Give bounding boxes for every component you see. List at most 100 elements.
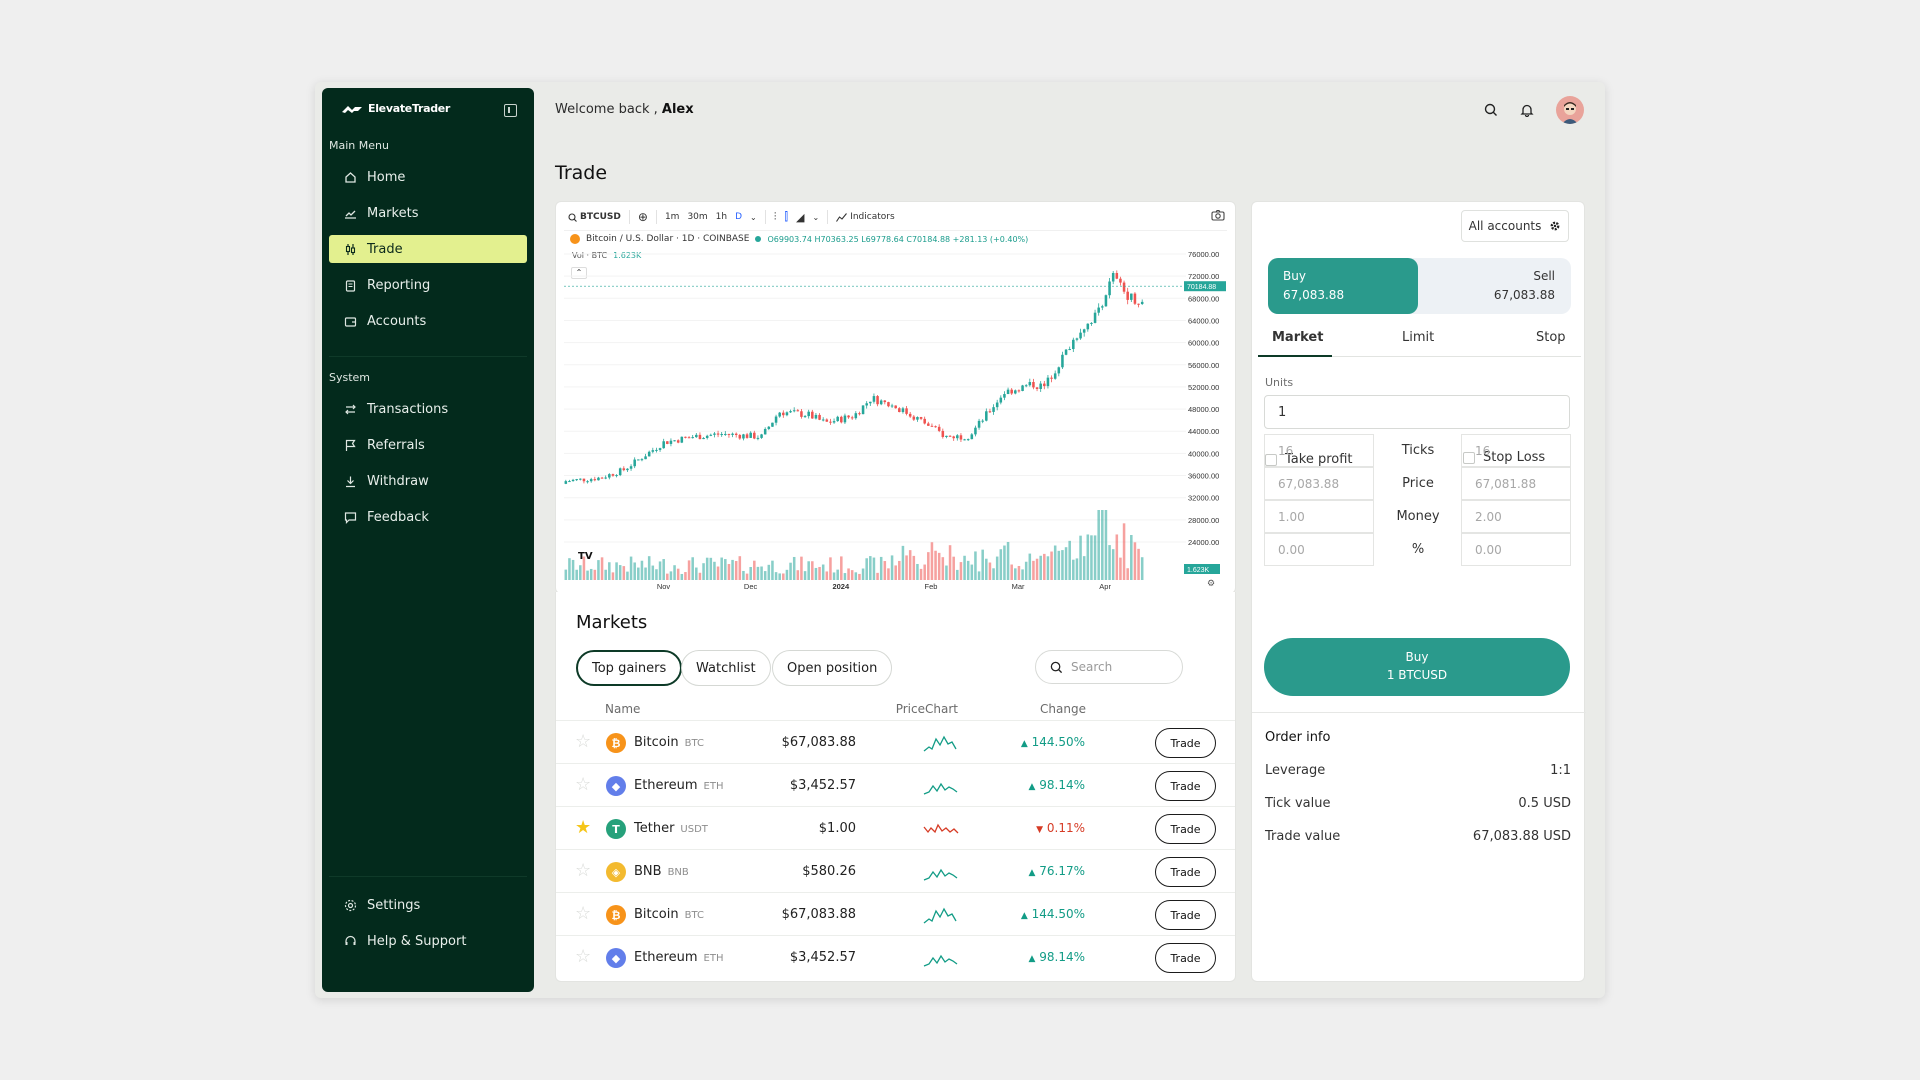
candle-body xyxy=(782,412,785,416)
star-icon[interactable]: ☆ xyxy=(575,905,591,923)
sidebar-item-trade[interactable]: Trade xyxy=(329,235,527,263)
stop-loss-field[interactable]: 67,081.88 xyxy=(1461,467,1571,500)
star-icon[interactable]: ☆ xyxy=(575,733,591,751)
tab-watchlist[interactable]: Watchlist xyxy=(681,650,771,686)
volume-bar xyxy=(1057,550,1061,580)
coin-change: ▲ 144.50% xyxy=(1021,907,1085,921)
interval-30m[interactable]: 30m xyxy=(687,212,707,222)
collapse-sidebar-icon[interactable] xyxy=(504,104,517,117)
table-row[interactable]: ☆ ◆ Ethereum ETH $3,452.57 ▲ 98.14% Trade xyxy=(556,763,1235,806)
candle-body xyxy=(825,419,829,422)
star-icon[interactable]: ☆ xyxy=(575,948,591,966)
volume-bar xyxy=(1075,558,1079,580)
price-chart[interactable] xyxy=(564,242,1186,582)
bell-icon[interactable] xyxy=(1516,99,1538,121)
user-name: Alex xyxy=(661,102,694,117)
symbol-search[interactable]: BTCUSD xyxy=(568,212,621,222)
settings-icon[interactable]: ⚙ xyxy=(1207,579,1215,589)
volume-bar xyxy=(1115,534,1119,580)
table-row[interactable]: ☆ ₿ Bitcoin BTC $67,083.88 ▲ 144.50% Trade xyxy=(556,720,1235,763)
search-input[interactable]: Search xyxy=(1035,650,1183,684)
units-input[interactable]: 1 xyxy=(1264,395,1570,429)
interval-1h[interactable]: 1h xyxy=(716,212,727,222)
star-icon[interactable]: ★ xyxy=(575,819,591,837)
column-header-chart: Chart xyxy=(925,702,958,716)
trade-button[interactable]: Trade xyxy=(1155,943,1216,973)
symbol-label: BTCUSD xyxy=(580,212,621,222)
sidebar-item-transactions[interactable]: Transactions xyxy=(329,395,527,423)
trade-button[interactable]: Trade xyxy=(1155,728,1216,758)
volume-bar xyxy=(930,542,934,580)
sidebar-item-help[interactable]: Help & Support xyxy=(329,927,527,955)
tab-limit[interactable]: Limit xyxy=(1402,330,1434,345)
brand-logo[interactable]: ElevateTrader xyxy=(342,102,450,115)
tab-top-gainers[interactable]: Top gainers xyxy=(576,650,683,686)
sidebar-item-home[interactable]: Home xyxy=(329,163,527,191)
avatar[interactable] xyxy=(1556,96,1584,124)
candle-body xyxy=(836,416,839,422)
sidebar-item-feedback[interactable]: Feedback xyxy=(329,503,527,531)
volume-bar xyxy=(916,563,919,580)
volume-bar xyxy=(1108,545,1111,580)
candle-body xyxy=(941,430,945,437)
volume-bar xyxy=(734,561,738,580)
table-row[interactable]: ☆ ◆ Ethereum ETH $3,452.57 ▲ 98.14% Trade xyxy=(556,935,1235,978)
table-row[interactable]: ☆ ◈ BNB BNB $580.26 ▲ 76.17% Trade xyxy=(556,849,1235,892)
chevron-down-icon[interactable]: ⌄ xyxy=(750,213,757,222)
coin-name-text: Tether xyxy=(634,821,675,836)
stop-loss-field[interactable]: 2.00 xyxy=(1461,500,1571,533)
sidebar-item-settings[interactable]: Settings xyxy=(329,891,527,919)
table-row[interactable]: ☆ ₿ Bitcoin BTC $67,083.88 ▲ 144.50% Trade xyxy=(556,892,1235,935)
stop-loss-field[interactable]: 0.00 xyxy=(1461,533,1571,566)
tab-market[interactable]: Market xyxy=(1272,330,1323,345)
sidebar-item-markets[interactable]: Markets xyxy=(329,199,527,227)
info-value: 67,083.88 USD xyxy=(1472,829,1571,844)
trade-button[interactable]: Trade xyxy=(1155,771,1216,801)
table-row[interactable]: ★ T Tether USDT $1.00 ▼ 0.11% Trade xyxy=(556,806,1235,849)
sidebar-item-label: Reporting xyxy=(367,277,431,293)
candle-body xyxy=(669,440,673,444)
star-icon[interactable]: ☆ xyxy=(575,776,591,794)
take-profit-field[interactable]: 1.00 xyxy=(1264,500,1374,533)
area-style-icon[interactable]: ◢ xyxy=(796,211,804,224)
interval-1m[interactable]: 1m xyxy=(665,212,680,222)
tab-open-position[interactable]: Open position xyxy=(772,650,893,686)
sparkline-chart xyxy=(923,823,959,834)
trade-button[interactable]: Trade xyxy=(1155,900,1216,930)
trade-button[interactable]: Trade xyxy=(1155,857,1216,887)
buy-toggle-button[interactable]: Buy 67,083.88 xyxy=(1268,258,1418,314)
star-icon[interactable]: ☆ xyxy=(575,862,591,880)
indicators-button[interactable]: Indicators xyxy=(836,212,895,222)
trade-button[interactable]: Trade xyxy=(1155,814,1216,844)
sidebar-item-referrals[interactable]: Referrals xyxy=(329,431,527,459)
tab-stop[interactable]: Stop xyxy=(1536,330,1566,345)
download-icon xyxy=(343,474,357,488)
take-profit-field[interactable]: 16 xyxy=(1264,434,1374,467)
take-profit-field[interactable]: 67,083.88 xyxy=(1264,467,1374,500)
bar-style-icon[interactable]: ⫶ xyxy=(774,210,777,224)
candle-style-icon[interactable]: ⫿ xyxy=(785,210,789,224)
sidebar-item-label: Feedback xyxy=(367,509,429,525)
candle-body xyxy=(745,434,749,438)
sidebar-item-withdraw[interactable]: Withdraw xyxy=(329,467,527,495)
time-tick-label: Mar xyxy=(1012,582,1025,591)
volume-bar xyxy=(687,560,691,580)
sell-toggle-button[interactable]: Sell 67,083.88 xyxy=(1494,267,1555,305)
price-tick-label: 76000.00 xyxy=(1188,250,1219,259)
stop-loss-field[interactable]: 16 xyxy=(1461,434,1571,467)
compare-add-icon[interactable]: ⊕ xyxy=(638,210,648,224)
candle-body xyxy=(600,477,604,479)
coin-name-text: Ethereum xyxy=(634,950,698,965)
sell-price: 67,083.88 xyxy=(1493,288,1555,302)
chevron-down-icon[interactable]: ⌄ xyxy=(813,213,820,222)
search-icon[interactable] xyxy=(1480,99,1502,121)
volume-bar xyxy=(1035,558,1039,580)
camera-icon[interactable] xyxy=(1211,209,1225,225)
all-accounts-dropdown[interactable]: All accounts xyxy=(1461,210,1569,242)
interval-d[interactable]: D xyxy=(735,212,742,222)
sidebar-item-reporting[interactable]: Reporting xyxy=(329,271,527,299)
volume-bar xyxy=(651,565,655,580)
submit-buy-button[interactable]: Buy 1 BTCUSD xyxy=(1264,638,1570,696)
sidebar-item-accounts[interactable]: Accounts xyxy=(329,307,527,335)
take-profit-field[interactable]: 0.00 xyxy=(1264,533,1374,566)
